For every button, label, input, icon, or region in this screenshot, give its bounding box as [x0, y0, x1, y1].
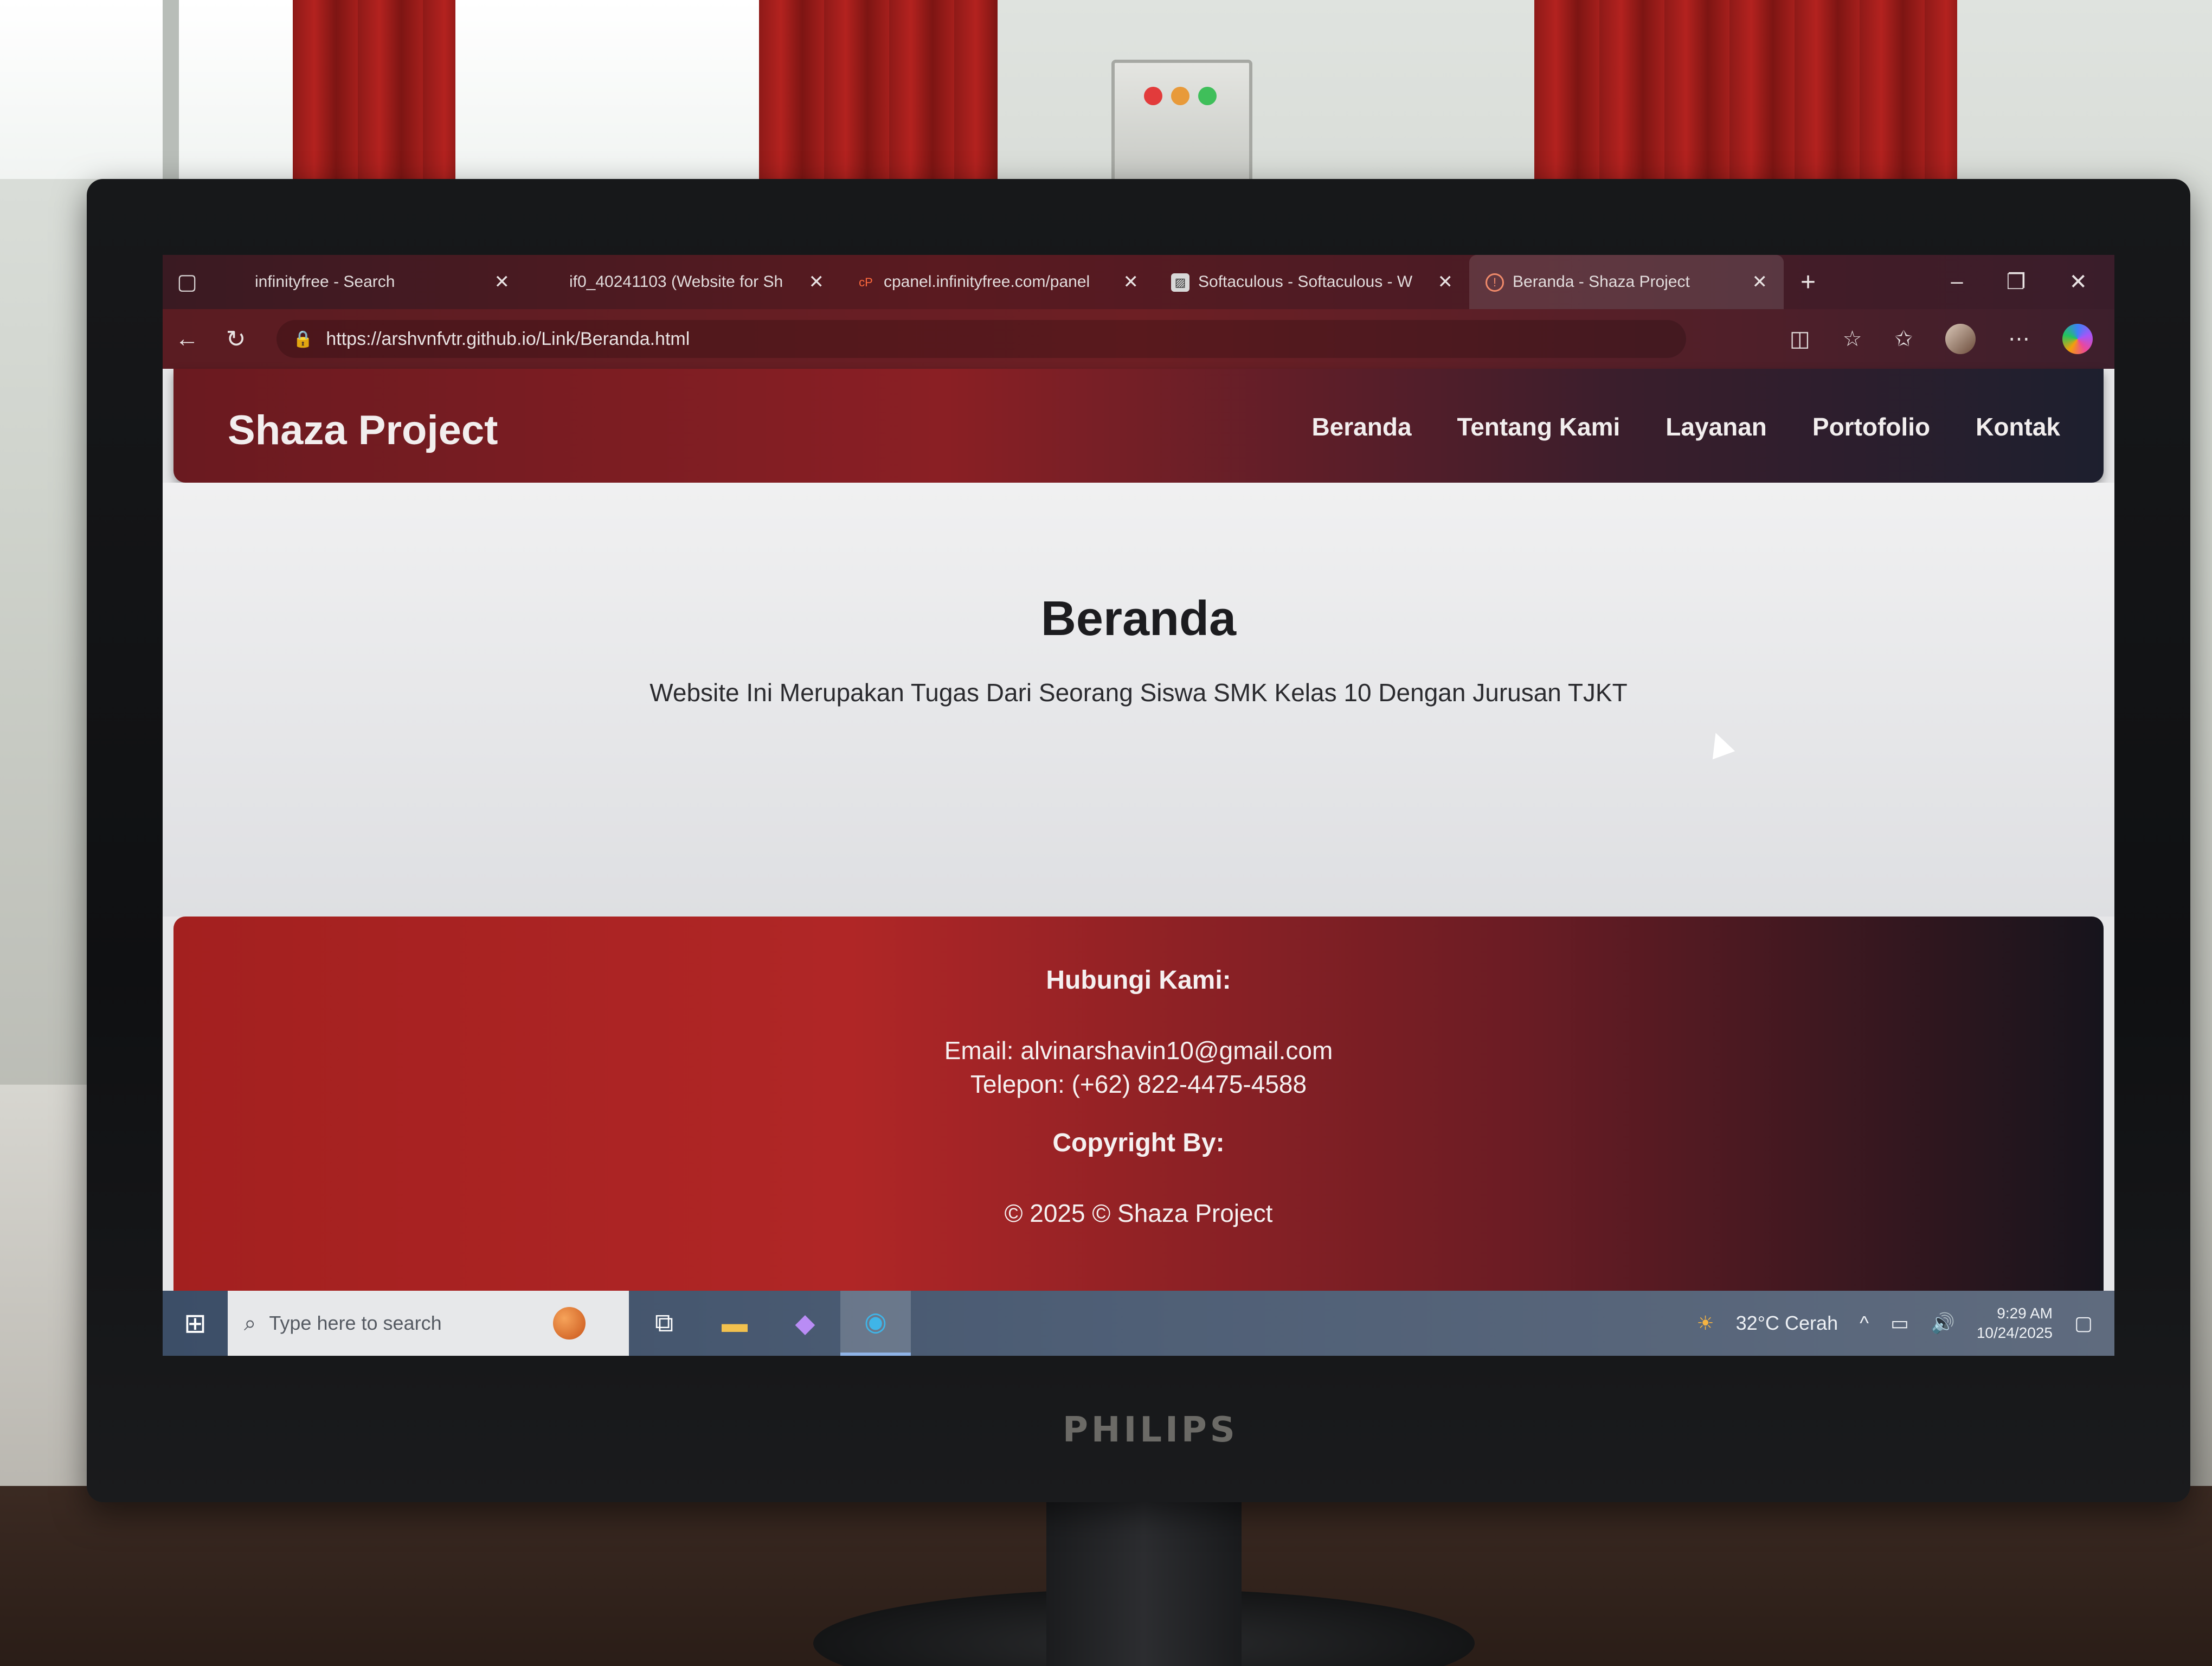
favorites-collection-icon[interactable]: ✩ [1894, 326, 1913, 351]
cpanel-favicon-icon: cP [859, 275, 873, 289]
tab-title: Softaculous - Softaculous - W [1198, 273, 1413, 291]
site-header: Shaza Project Beranda Tentang Kami Layan… [173, 369, 2104, 483]
network-icon[interactable]: ▭ [1891, 1312, 1909, 1335]
browser-tab[interactable]: ▨ Softaculous - Softaculous - W ✕ [1155, 255, 1469, 309]
search-placeholder: Type here to search [269, 1312, 442, 1334]
site-footer: Hubungi Kami: Email: alvinarshavin10@gma… [173, 917, 2104, 1296]
monitor-stand-neck [1046, 1486, 1242, 1666]
taskbar-search-input[interactable]: ⌕ Type here to search [228, 1291, 629, 1356]
edge-browser-icon[interactable]: ◉ [840, 1291, 911, 1356]
copyright-text: © 2025 © Shaza Project [1004, 1199, 1273, 1227]
weather-icon[interactable]: ☀ [1696, 1312, 1714, 1335]
clock-date: 10/24/2025 [1976, 1324, 2053, 1341]
curtain-left [293, 0, 455, 195]
windows-start-icon[interactable]: ⊞ [163, 1291, 228, 1356]
monitor-brand: PHILIPS [1063, 1410, 1238, 1450]
minimize-icon[interactable]: – [1951, 270, 1963, 294]
hero-section: Beranda Website Ini Merupakan Tugas Dari… [163, 483, 2114, 917]
softaculous-favicon-icon: ▨ [1171, 273, 1189, 292]
nav-link-tentang-kami[interactable]: Tentang Kami [1457, 412, 1621, 441]
room-window-left [0, 0, 304, 179]
window-controls: – ❐ ✕ [1951, 270, 2114, 294]
curtain-right [1534, 0, 1957, 195]
notification-icon[interactable]: ▢ [2074, 1312, 2093, 1335]
clock[interactable]: 9:29 AM 10/24/2025 [1977, 1304, 2053, 1343]
weather-text[interactable]: 32°C Cerah [1736, 1312, 1838, 1335]
browser-tab-active[interactable]: ! Beranda - Shaza Project ✕ [1469, 255, 1784, 309]
page-title: Beranda [1040, 592, 1237, 646]
restore-icon[interactable]: ❐ [2007, 270, 2026, 294]
search-favicon-icon [228, 273, 246, 292]
close-icon[interactable]: ✕ [1438, 271, 1454, 293]
browser-tab[interactable]: cP cpanel.infinityfree.com/panel ✕ [840, 255, 1155, 309]
site-logo[interactable]: Shaza Project [228, 407, 498, 454]
toolbar-icons: ◫ ☆ ✩ ⋯ [1790, 324, 2114, 354]
tab-title: cpanel.infinityfree.com/panel [884, 273, 1090, 291]
site-nav: Beranda Tentang Kami Layanan Portofolio … [1311, 412, 2060, 441]
close-icon[interactable]: ✕ [494, 271, 510, 293]
curtain-center [759, 0, 998, 195]
copilot-icon[interactable] [2062, 324, 2093, 354]
indicator-light-orange [1171, 87, 1189, 105]
close-icon[interactable]: ✕ [809, 271, 825, 293]
chevron-up-icon[interactable]: ^ [1860, 1312, 1869, 1335]
mouse-cursor-icon [1704, 728, 1735, 760]
indicator-light-red [1144, 87, 1162, 105]
contact-heading: Hubungi Kami: [1046, 966, 1231, 995]
lock-icon: 🔒 [293, 330, 313, 348]
page-subtitle: Website Ini Merupakan Tugas Dari Seorang… [650, 678, 1628, 707]
room-window-center [455, 0, 759, 179]
reading-mode-icon[interactable]: ◫ [1790, 326, 1810, 351]
tab-actions-icon[interactable]: ▢ [163, 255, 211, 309]
browser-tab-bar: ▢ infinityfree - Search ✕ if0_40241103 (… [163, 255, 2114, 309]
close-icon[interactable]: ✕ [1752, 271, 1768, 293]
search-highlight-icon [553, 1307, 586, 1340]
nav-link-beranda[interactable]: Beranda [1311, 412, 1411, 441]
site-favicon-icon: ! [1486, 273, 1504, 292]
back-arrow-icon[interactable]: ← [163, 325, 211, 353]
photo-scene: PHILIPS ▢ infinityfree - Search ✕ if0_40… [0, 0, 2212, 1666]
indicator-light-green [1198, 87, 1217, 105]
contact-email: Email: alvinarshavin10@gmail.com [944, 1036, 1333, 1065]
contact-phone: Telepon: (+62) 822-4475-4588 [970, 1070, 1307, 1098]
search-icon: ⌕ [244, 1311, 256, 1335]
windows-taskbar: ⊞ ⌕ Type here to search ⧉ ▬ ◆ ◉ ☀ 32°C C… [163, 1291, 2114, 1356]
task-view-icon[interactable]: ⧉ [629, 1291, 699, 1356]
monitor-screen: ▢ infinityfree - Search ✕ if0_40241103 (… [163, 255, 2114, 1356]
profile-avatar[interactable] [1945, 324, 1976, 354]
browser-tab[interactable]: infinityfree - Search ✕ [211, 255, 526, 309]
nav-link-portofolio[interactable]: Portofolio [1812, 412, 1930, 441]
browser-address-bar: ← ↻ 🔒 https://arshvnfvtr.github.io/Link/… [163, 309, 2114, 369]
favorite-star-icon[interactable]: ☆ [1843, 326, 1862, 351]
copilot-app-icon[interactable]: ◆ [770, 1291, 840, 1356]
copyright-heading: Copyright By: [1052, 1129, 1225, 1157]
tab-title: Beranda - Shaza Project [1513, 273, 1690, 291]
web-page: Shaza Project Beranda Tentang Kami Layan… [163, 369, 2114, 1296]
nav-link-kontak[interactable]: Kontak [1976, 412, 2060, 441]
nav-link-layanan[interactable]: Layanan [1666, 412, 1767, 441]
refresh-icon[interactable]: ↻ [211, 325, 260, 353]
volume-icon[interactable]: 🔊 [1931, 1312, 1955, 1335]
system-tray: ☀ 32°C Cerah ^ ▭ 🔊 9:29 AM 10/24/2025 ▢ [1696, 1304, 2114, 1343]
window-frame-left [163, 0, 179, 179]
browser-tab[interactable]: if0_40241103 (Website for Sh ✕ [526, 255, 840, 309]
clock-time: 9:29 AM [1997, 1305, 2053, 1322]
new-tab-plus-icon[interactable]: + [1784, 255, 1832, 309]
close-window-icon[interactable]: ✕ [2069, 270, 2087, 294]
close-icon[interactable]: ✕ [1123, 271, 1139, 293]
url-input[interactable]: 🔒 https://arshvnfvtr.github.io/Link/Bera… [276, 320, 1686, 358]
url-text: https://arshvnfvtr.github.io/Link/Berand… [326, 328, 690, 349]
more-menu-icon[interactable]: ⋯ [2008, 326, 2030, 351]
file-explorer-icon[interactable]: ▬ [699, 1291, 770, 1356]
tab-title: infinityfree - Search [255, 273, 395, 291]
wall-breaker-box [1111, 60, 1252, 190]
tab-title: if0_40241103 (Website for Sh [569, 273, 783, 291]
